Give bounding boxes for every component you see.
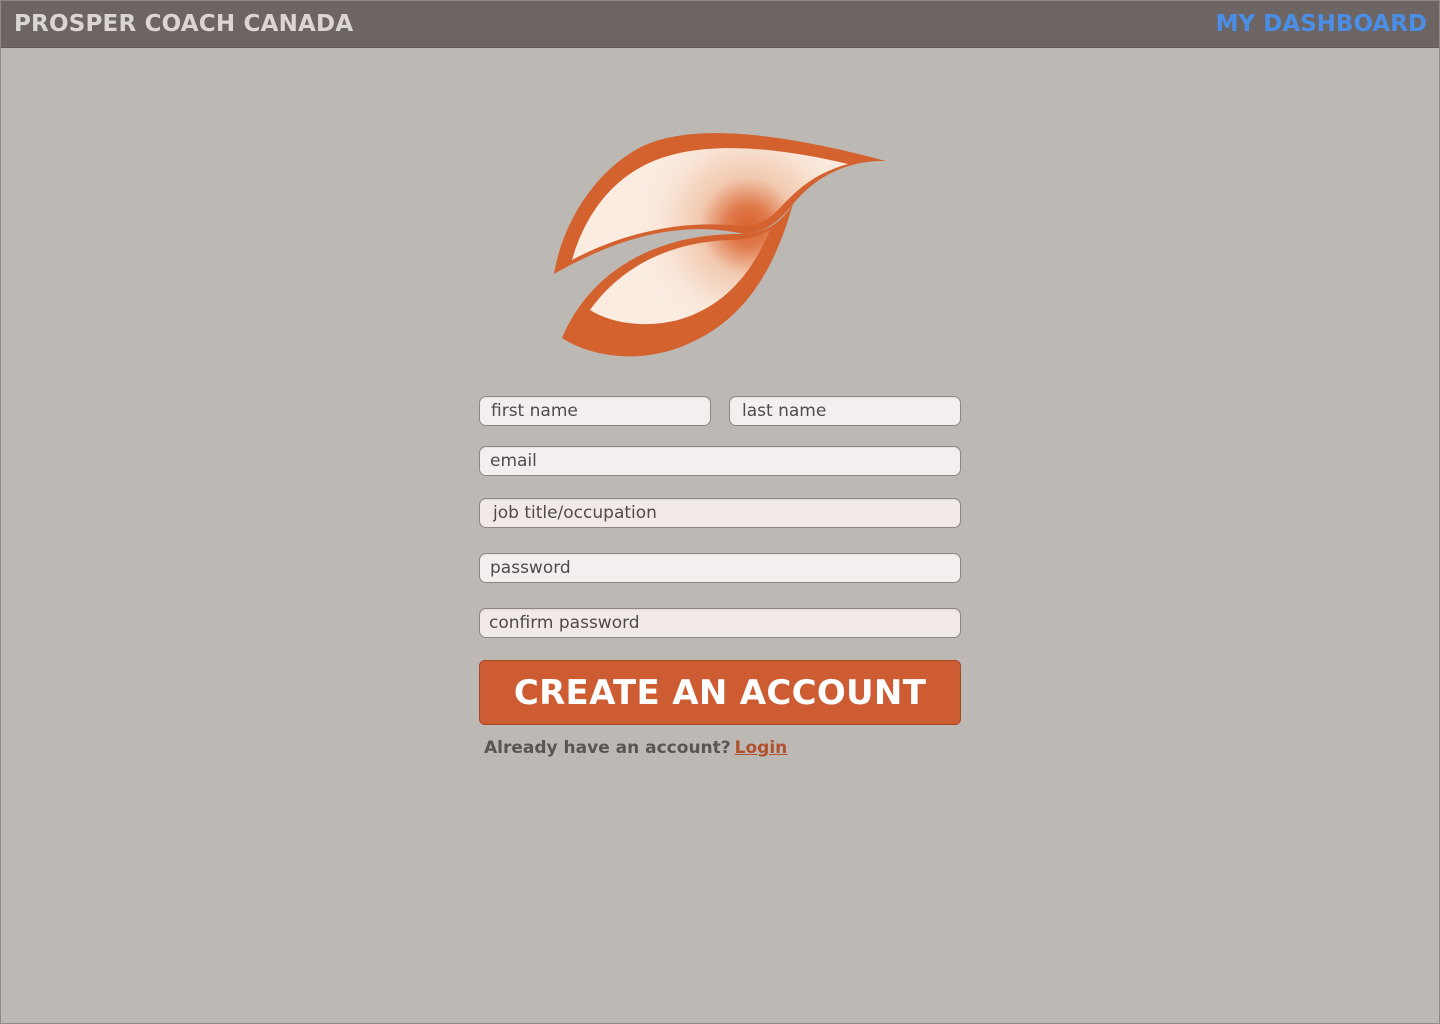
last-name-input[interactable] — [729, 396, 961, 426]
job-title-input[interactable] — [479, 498, 961, 528]
email-input[interactable] — [479, 446, 961, 476]
leaf-logo-icon — [554, 133, 886, 357]
confirm-password-input[interactable] — [479, 608, 961, 638]
password-input[interactable] — [479, 553, 961, 583]
login-prompt: Already have an account? Login — [484, 738, 787, 758]
my-dashboard-link[interactable]: MY DASHBOARD — [1216, 11, 1427, 37]
already-have-account-text: Already have an account? — [484, 738, 731, 758]
first-name-input[interactable] — [479, 396, 711, 426]
brand-title: PROSPER COACH CANADA — [14, 11, 354, 37]
create-account-button[interactable]: CREATE AN ACCOUNT — [479, 660, 961, 725]
login-link[interactable]: Login — [735, 738, 788, 758]
top-bar: PROSPER COACH CANADA MY DASHBOARD — [1, 1, 1439, 48]
